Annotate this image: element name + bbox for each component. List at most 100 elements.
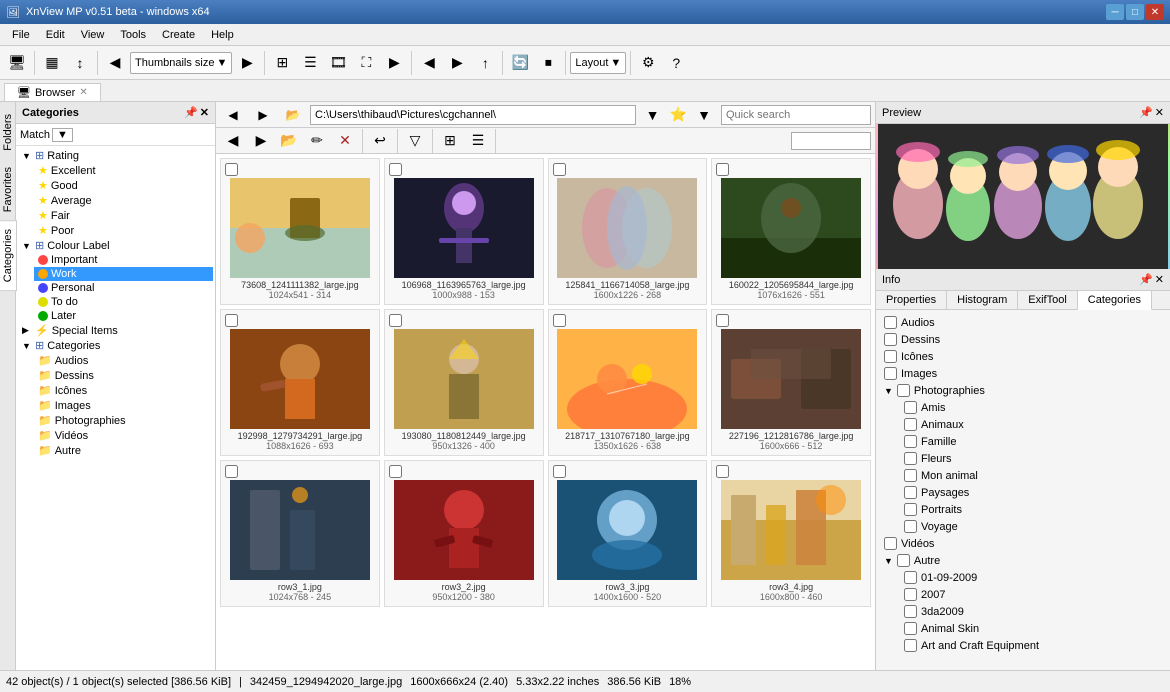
favorite-dropdown-btn[interactable]: ▼: [691, 102, 717, 128]
detail-view-button[interactable]: ☰: [297, 50, 323, 76]
thumbnails-size-down[interactable]: ◀: [102, 50, 128, 76]
info-cat-photographies-section[interactable]: ▼ Photographies: [880, 382, 1166, 399]
cat-videos[interactable]: 📁 Vidéos: [34, 428, 213, 443]
maximize-button[interactable]: □: [1126, 4, 1144, 20]
info-cat-paysages-check[interactable]: [904, 486, 917, 499]
preview-pin-button[interactable]: 📌: [1139, 106, 1153, 119]
rating-good[interactable]: ★ Good: [34, 178, 213, 193]
nav-up[interactable]: ↑: [472, 50, 498, 76]
thumbnails-size-dropdown[interactable]: Thumbnails size ▼: [130, 52, 232, 74]
thumb-4-checkbox[interactable]: [716, 163, 729, 176]
menu-file[interactable]: File: [4, 27, 38, 43]
cat-close-button[interactable]: ✕: [200, 106, 209, 119]
special-items-section[interactable]: ▶ ⚡ Special Items: [18, 323, 213, 338]
info-cat-amis-check[interactable]: [904, 401, 917, 414]
info-close-button[interactable]: ✕: [1155, 273, 1164, 286]
info-cat-audios-check[interactable]: [884, 316, 897, 329]
colour-personal[interactable]: Personal: [34, 281, 213, 295]
rating-excellent[interactable]: ★ Excellent: [34, 163, 213, 178]
thumb-6[interactable]: 193080_1180812449_large.jpg 950x1326 - 4…: [384, 309, 544, 456]
open-folder-btn[interactable]: 📂: [276, 128, 302, 154]
info-cat-01-09-check[interactable]: [904, 571, 917, 584]
view-mode-button[interactable]: ▦: [39, 50, 65, 76]
thumb-1[interactable]: 73608_1241111382_large.jpg 1024x541 - 31…: [220, 158, 380, 305]
cat-audios[interactable]: 📁 Audios: [34, 353, 213, 368]
help-button[interactable]: ?: [663, 50, 689, 76]
thumb-3[interactable]: 125841_1166714058_large.jpg 1600x1226 - …: [548, 158, 708, 305]
nav-forward-btn[interactable]: ▶: [250, 102, 276, 128]
colour-later[interactable]: Later: [34, 309, 213, 323]
cat-images[interactable]: 📁 Images: [34, 398, 213, 413]
info-cat-voyage-check[interactable]: [904, 520, 917, 533]
categories-section[interactable]: ▼ ⊞ Categories: [18, 338, 213, 353]
thumb-3-checkbox[interactable]: [553, 163, 566, 176]
fullscreen-button[interactable]: ⛶: [353, 50, 379, 76]
address-input[interactable]: [310, 105, 636, 125]
rating-average[interactable]: ★ Average: [34, 193, 213, 208]
tab-histogram[interactable]: Histogram: [947, 291, 1018, 309]
thumb-5-checkbox[interactable]: [225, 314, 238, 327]
thumb-10-checkbox[interactable]: [389, 465, 402, 478]
info-cat-animal-skin-check[interactable]: [904, 622, 917, 635]
menu-create[interactable]: Create: [154, 27, 203, 43]
edit-btn[interactable]: ✏: [304, 128, 330, 154]
thumb-9-checkbox[interactable]: [225, 465, 238, 478]
info-pin-button[interactable]: 📌: [1139, 273, 1153, 286]
menu-help[interactable]: Help: [203, 27, 242, 43]
colour-todo[interactable]: To do: [34, 295, 213, 309]
sidebar-tab-favorites[interactable]: Favorites: [0, 159, 16, 220]
cat-autre[interactable]: 📁 Autre: [34, 443, 213, 458]
thumb-11-checkbox[interactable]: [553, 465, 566, 478]
folder-up-btn[interactable]: 📂: [280, 102, 306, 128]
info-cat-mon-animal-check[interactable]: [904, 469, 917, 482]
cat-photographies[interactable]: 📁 Photographies: [34, 413, 213, 428]
rating-poor[interactable]: ★ Poor: [34, 223, 213, 238]
thumb-12-checkbox[interactable]: [716, 465, 729, 478]
colour-label-section[interactable]: ▼ ⊞ Colour Label: [18, 238, 213, 253]
minimize-button[interactable]: ─: [1106, 4, 1124, 20]
slideshow-button[interactable]: ▶: [381, 50, 407, 76]
list-btn[interactable]: ☰: [465, 128, 491, 154]
info-cat-famille-check[interactable]: [904, 435, 917, 448]
info-cat-art-craft-check[interactable]: [904, 639, 917, 652]
preview-close-button[interactable]: ✕: [1155, 106, 1164, 119]
menu-tools[interactable]: Tools: [112, 27, 154, 43]
info-cat-autre-section[interactable]: ▼ Autre: [880, 552, 1166, 569]
info-cat-3da-check[interactable]: [904, 605, 917, 618]
sidebar-tab-categories[interactable]: Categories: [0, 220, 17, 291]
thumb-7[interactable]: 218717_1310767180_large.jpg 1350x1626 - …: [548, 309, 708, 456]
go-forward-btn[interactable]: ▶: [248, 128, 274, 154]
info-cat-videos-check[interactable]: [884, 537, 897, 550]
filmstrip-button[interactable]: 🎞: [325, 50, 351, 76]
thumb-8-checkbox[interactable]: [716, 314, 729, 327]
sidebar-tab-folders[interactable]: Folders: [0, 106, 16, 159]
stop-button[interactable]: ⏹: [535, 50, 561, 76]
layout-dropdown[interactable]: Layout ▼: [570, 52, 626, 74]
info-cat-2007-check[interactable]: [904, 588, 917, 601]
info-cat-dessins-check[interactable]: [884, 333, 897, 346]
thumb-5[interactable]: 192998_1279734291_large.jpg 1088x1626 - …: [220, 309, 380, 456]
cat-pin-button[interactable]: 📌: [184, 106, 198, 119]
nav-forward[interactable]: ▶: [444, 50, 470, 76]
info-cat-fleurs-check[interactable]: [904, 452, 917, 465]
thumb-1-checkbox[interactable]: [225, 163, 238, 176]
thumb-4[interactable]: 160022_1205695844_large.jpg 1076x1626 - …: [711, 158, 871, 305]
cat-dessins[interactable]: 📁 Dessins: [34, 368, 213, 383]
colour-important[interactable]: Important: [34, 253, 213, 267]
thumb-2[interactable]: 106968_1163965763_large.jpg 1000x988 - 1…: [384, 158, 544, 305]
rating-section[interactable]: ▼ ⊞ Rating: [18, 148, 213, 163]
thumb-9[interactable]: row3_1.jpg 1024x768 - 245: [220, 460, 380, 607]
thumb-10[interactable]: row3_2.jpg 950x1200 - 380: [384, 460, 544, 607]
info-cat-animaux-check[interactable]: [904, 418, 917, 431]
thumb-11[interactable]: row3_3.jpg 1400x1600 - 520: [548, 460, 708, 607]
rating-fair[interactable]: ★ Fair: [34, 208, 213, 223]
cat-match-dropdown[interactable]: ▼: [52, 128, 73, 142]
thumb-6-checkbox[interactable]: [389, 314, 402, 327]
browser-tab-close[interactable]: ✕: [79, 87, 87, 98]
menu-edit[interactable]: Edit: [38, 27, 73, 43]
info-cat-images-check[interactable]: [884, 367, 897, 380]
move-btn[interactable]: ↩: [367, 128, 393, 154]
favorite-star[interactable]: ⭐: [670, 106, 687, 123]
info-cat-photo-check[interactable]: [897, 384, 910, 397]
go-back-btn[interactable]: ◀: [220, 128, 246, 154]
